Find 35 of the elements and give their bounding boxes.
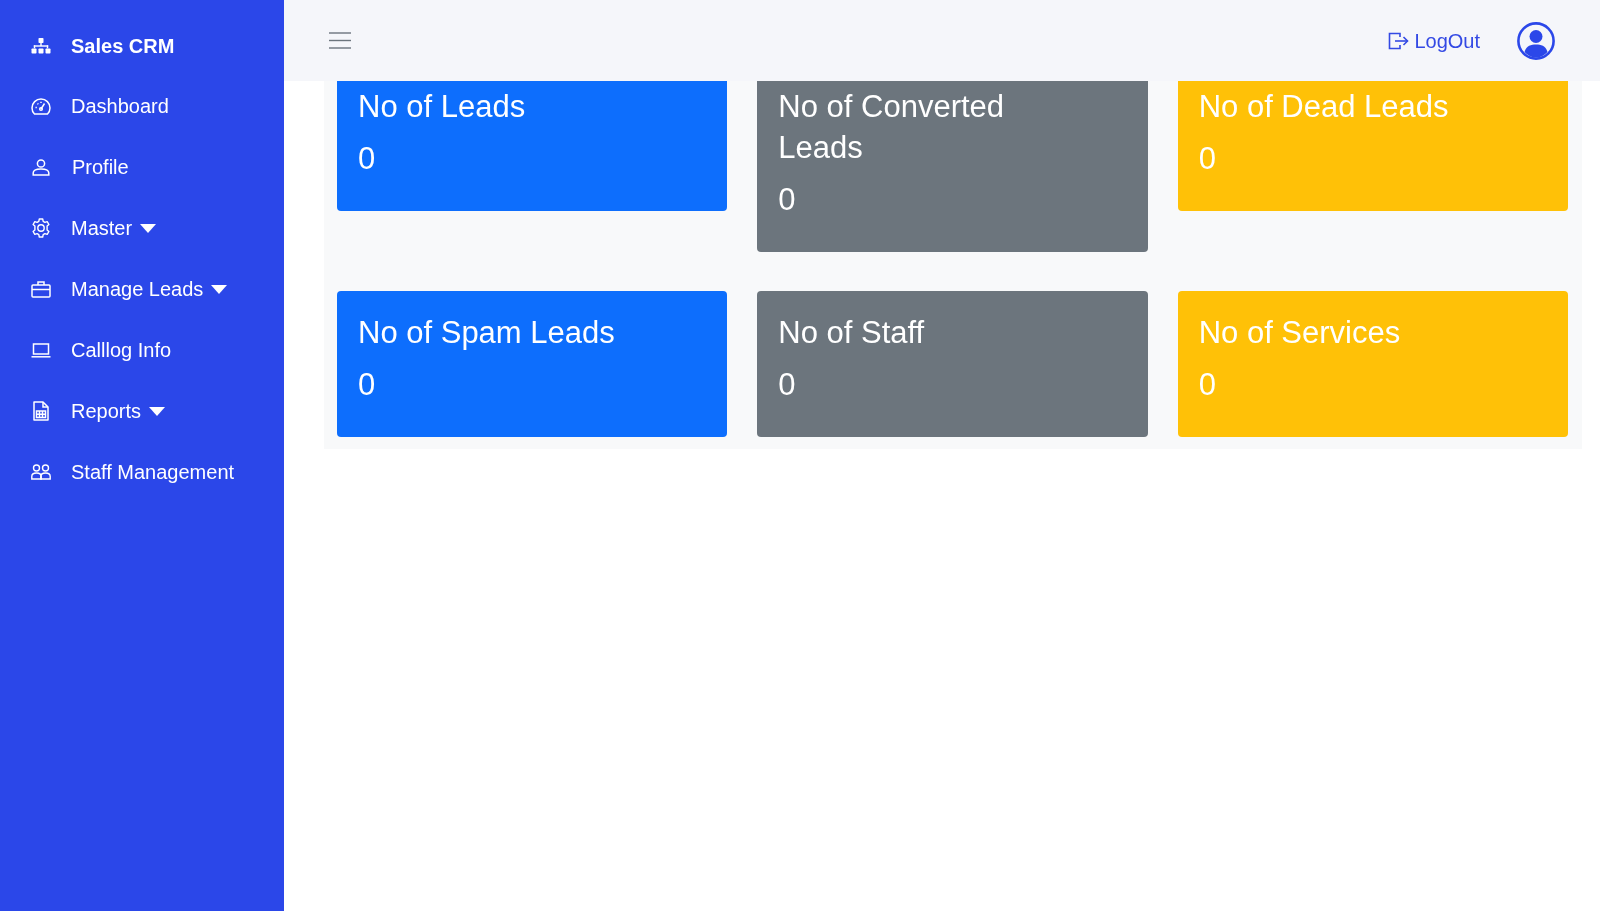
sidebar-item[interactable]: Reports — [31, 395, 166, 427]
caret-icon — [140, 223, 157, 233]
spreadsheet-document-icon — [33, 401, 49, 421]
stat-value: 0 — [1198, 366, 1216, 404]
sidebar-item[interactable]: Manage Leads — [31, 273, 228, 305]
laptop-icon — [31, 342, 51, 358]
hierarchy-icon — [31, 38, 51, 54]
brand-link[interactable]: Sales CRM — [31, 30, 175, 62]
caret-icon — [211, 284, 228, 294]
speedometer-icon — [31, 97, 51, 115]
briefcase-icon — [31, 280, 51, 298]
stat-value: 0 — [358, 366, 376, 404]
logout-link[interactable]: LogOut — [1388, 25, 1480, 56]
stat-value: 0 — [1198, 140, 1216, 178]
user-avatar-icon[interactable] — [1517, 21, 1555, 60]
stat-title: No of Leads — [358, 88, 527, 126]
stat-title: No of Dead Leads — [1198, 88, 1450, 126]
menu-icon[interactable] — [329, 32, 351, 49]
sidebar-item[interactable]: Staff Management — [31, 456, 235, 488]
stat-value: 0 — [778, 181, 796, 219]
sidebar-item[interactable]: Dashboard — [31, 90, 169, 122]
gear-icon — [31, 218, 51, 238]
stat-value: 0 — [358, 140, 376, 178]
sidebar-item[interactable]: Master — [31, 212, 157, 244]
stat-title: No of Services — [1198, 314, 1402, 352]
sidebar-item[interactable]: Calllog Info — [31, 334, 172, 366]
caret-icon — [149, 406, 166, 416]
stat-title: No of Staff — [778, 314, 926, 352]
stat-title: No of Spam Leads — [358, 314, 616, 352]
logout-icon — [1388, 31, 1410, 50]
person-icon — [32, 158, 50, 176]
stat-title: No of Converted Leads — [778, 88, 1006, 167]
people-icon — [31, 464, 51, 480]
sidebar-item[interactable]: Profile — [31, 151, 129, 183]
stat-value: 0 — [778, 366, 796, 404]
